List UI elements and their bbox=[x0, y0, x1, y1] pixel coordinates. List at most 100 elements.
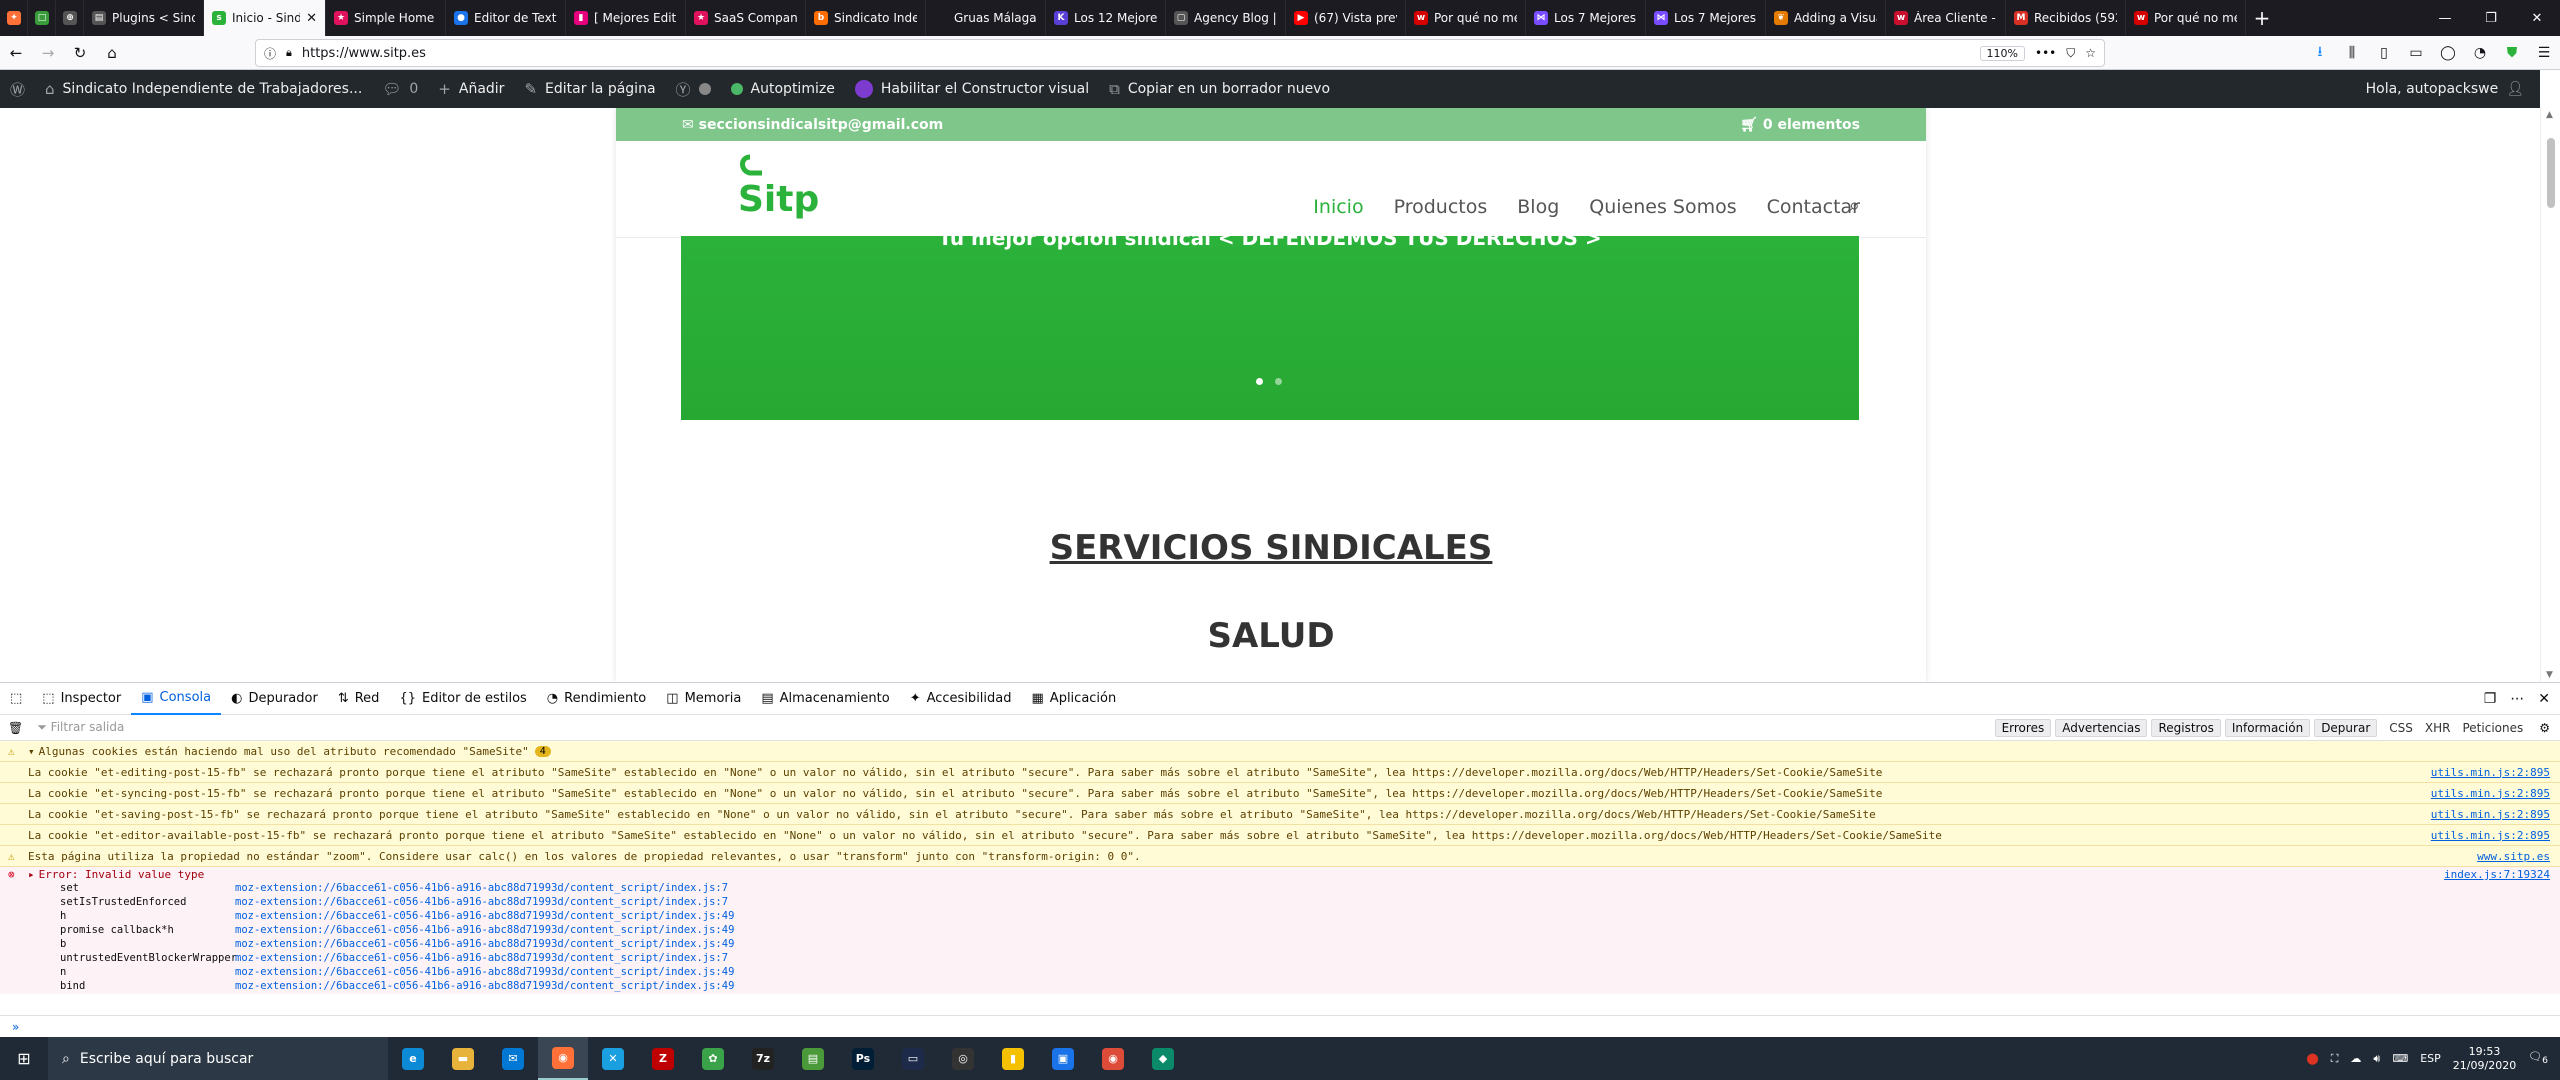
menu-item-blog[interactable]: Blog bbox=[1517, 196, 1559, 218]
lock-icon[interactable]: 🔒︎ bbox=[286, 46, 292, 60]
forward-button[interactable]: → bbox=[32, 39, 64, 67]
new-tab-button[interactable]: + bbox=[2246, 0, 2278, 36]
browser-tab[interactable]: ▮ [ Mejores Edit bbox=[566, 0, 686, 36]
console-warning-row[interactable]: La cookie "et-saving-post-15-fb" se rech… bbox=[0, 804, 2560, 825]
browser-tab[interactable]: w Área Cliente - Y bbox=[1886, 0, 2006, 36]
browser-tab[interactable]: ● Editor de Texto bbox=[446, 0, 566, 36]
search-icon[interactable]: ⌕ bbox=[1849, 193, 1860, 217]
browser-tab[interactable]: ⋈ Los 7 Mejores F bbox=[1526, 0, 1646, 36]
devtools-tab-inspector[interactable]: ⬚ Inspector bbox=[32, 683, 131, 715]
pinned-tab[interactable]: ✦ bbox=[0, 0, 28, 36]
taskbar-app-x-app[interactable]: ✕ bbox=[588, 1037, 638, 1080]
taskbar-app-mail[interactable]: ✉ bbox=[488, 1037, 538, 1080]
console-warning-row[interactable]: La cookie "et-editing-post-15-fb" se rec… bbox=[0, 762, 2560, 783]
site-name-link[interactable]: ⌂ Sindicato Independiente de Trabajadores… bbox=[35, 70, 372, 108]
warning-source-link[interactable]: utils.min.js:2:895 bbox=[2431, 787, 2550, 800]
stack-location-link[interactable]: moz-extension://6bacce61-c056-41b6-a916-… bbox=[235, 952, 728, 966]
taskbar-app-7zip[interactable]: 7z bbox=[738, 1037, 788, 1080]
taskbar-app-explorer[interactable]: ▬ bbox=[438, 1037, 488, 1080]
notification-center-icon[interactable]: 🗨︎6 bbox=[2528, 1050, 2548, 1066]
devtools-tab-accesibilidad[interactable]: ✦ Accesibilidad bbox=[900, 683, 1022, 715]
stack-location-link[interactable]: moz-extension://6bacce61-c056-41b6-a916-… bbox=[235, 966, 734, 980]
wp-logo-button[interactable]: Ⓦ bbox=[0, 70, 35, 108]
tray-keyboard-icon[interactable]: ⌨ bbox=[2392, 1052, 2408, 1065]
filter-css-toggle[interactable]: CSS bbox=[2389, 721, 2413, 735]
taskbar-app-obs[interactable]: ◎ bbox=[938, 1037, 988, 1080]
filter-registros-button[interactable]: Registros bbox=[2151, 718, 2221, 737]
taskbar-app-xampp[interactable]: ✿ bbox=[688, 1037, 738, 1080]
warning-source-link[interactable]: utils.min.js:2:895 bbox=[2431, 808, 2550, 821]
warning-source-link[interactable]: utils.min.js:2:895 bbox=[2431, 829, 2550, 842]
warning-group-header[interactable]: ⚠ ▾ Algunas cookies están haciendo mal u… bbox=[0, 741, 2560, 762]
expand-arrow-icon[interactable]: ▾ bbox=[28, 745, 35, 758]
stack-location-link[interactable]: moz-extension://6bacce61-c056-41b6-a916-… bbox=[235, 896, 728, 910]
downloads-icon[interactable]: ⭳ bbox=[2304, 41, 2336, 65]
filter-advertencias-button[interactable]: Advertencias bbox=[2055, 718, 2148, 737]
autoptimize-link[interactable]: Autoptimize bbox=[721, 70, 845, 108]
tray-apps-icon[interactable]: ⬤ bbox=[2306, 1052, 2318, 1065]
comments-link[interactable]: 💬︎ 0 bbox=[372, 70, 428, 108]
menu-item-contactar[interactable]: Contactar bbox=[1767, 196, 1860, 218]
edit-page-link[interactable]: ✎ Editar la página bbox=[514, 70, 665, 108]
console-warning-row[interactable]: ⚠ Esta página utiliza la propiedad no est… bbox=[0, 846, 2560, 867]
browser-tab[interactable]: s Inicio - Sindi ✕ bbox=[204, 0, 326, 36]
email-link[interactable]: ✉ seccionsindicalsitp@gmail.com bbox=[682, 117, 943, 133]
warning-source-link[interactable]: www.sitp.es bbox=[2477, 850, 2550, 863]
browser-tab[interactable]: K Los 12 Mejores bbox=[1046, 0, 1166, 36]
devtools-tab-consola[interactable]: ▣ Consola bbox=[131, 683, 222, 715]
browser-tab[interactable]: ▤ Plugins < Sind bbox=[84, 0, 204, 36]
copy-draft-link[interactable]: ⧉ Copiar en un borrador nuevo bbox=[1099, 70, 1340, 108]
browser-tab[interactable]: ❦ Adding a Visua bbox=[1766, 0, 1886, 36]
extension-icon[interactable]: ◔ bbox=[2464, 45, 2496, 61]
taskbar-app-photoshop[interactable]: Ps bbox=[838, 1037, 888, 1080]
scroll-down-icon[interactable]: ▼ bbox=[2546, 670, 2553, 680]
filter-peticiones-toggle[interactable]: Peticiones bbox=[2462, 721, 2523, 735]
warning-source-link[interactable]: utils.min.js:2:895 bbox=[2431, 766, 2550, 779]
home-button[interactable]: ⌂ bbox=[96, 39, 128, 67]
trash-icon[interactable]: 🗑︎ bbox=[0, 721, 23, 735]
menu-icon[interactable]: ☰ bbox=[2528, 45, 2560, 61]
error-row[interactable]: ⊗ ▸ Error: Invalid value type index.js:7… bbox=[0, 867, 2560, 882]
maximize-button[interactable]: ❐ bbox=[2468, 0, 2514, 36]
element-picker-icon[interactable]: ⬚ bbox=[0, 683, 32, 715]
taskbar-app-sticky[interactable]: ▮ bbox=[988, 1037, 1038, 1080]
cart-link[interactable]: 🛒︎ 0 elementos bbox=[1740, 117, 1860, 133]
site-info-icon[interactable]: ⓘ bbox=[264, 45, 276, 62]
taskbar-app-edge[interactable]: e bbox=[388, 1037, 438, 1080]
close-tab-icon[interactable]: ✕ bbox=[306, 11, 317, 26]
menu-item-productos[interactable]: Productos bbox=[1394, 196, 1488, 218]
sidebar-icon[interactable]: ▯ bbox=[2368, 45, 2400, 61]
url-text[interactable]: https://www.sitp.es bbox=[302, 46, 1970, 61]
tray-onedrive-icon[interactable]: ☁ bbox=[2350, 1052, 2361, 1065]
language-indicator[interactable]: ESP bbox=[2420, 1052, 2441, 1065]
menu-item-quienes-somos[interactable]: Quienes Somos bbox=[1589, 196, 1736, 218]
browser-tab[interactable]: w Por qué no me bbox=[2126, 0, 2246, 36]
zoom-indicator[interactable]: 110% bbox=[1979, 45, 2025, 61]
close-window-button[interactable]: ✕ bbox=[2514, 0, 2560, 36]
browser-tab[interactable]: ★ Simple Home P bbox=[326, 0, 446, 36]
devtools-tab-editor-de-estilos[interactable]: {} Editor de estilos bbox=[389, 683, 536, 715]
taskbar-app-firefox[interactable]: ◉ bbox=[538, 1037, 588, 1080]
account-icon[interactable]: ◯ bbox=[2432, 45, 2464, 61]
pinned-tab[interactable]: □ bbox=[28, 0, 56, 36]
scrollbar-thumb[interactable] bbox=[2547, 138, 2555, 208]
filter-depurar-button[interactable]: Depurar bbox=[2314, 718, 2378, 737]
taskbar-app-sitp-app[interactable]: ◆ bbox=[1138, 1037, 1188, 1080]
stack-location-link[interactable]: moz-extension://6bacce61-c056-41b6-a916-… bbox=[235, 924, 734, 938]
taskbar-app-remote[interactable]: ▣ bbox=[1038, 1037, 1088, 1080]
browser-tab[interactable]: ▢ Agency Blog | J bbox=[1166, 0, 1286, 36]
browser-tab[interactable]: w Por qué no me bbox=[1406, 0, 1526, 36]
windows-start-button[interactable]: ⊞ bbox=[0, 1049, 48, 1068]
filter-errores-button[interactable]: Errores bbox=[1994, 718, 2052, 737]
taskbar-app-notepad[interactable]: ▤ bbox=[788, 1037, 838, 1080]
browser-tab[interactable]: ⋈ Los 7 Mejores F bbox=[1646, 0, 1766, 36]
add-new-link[interactable]: + Añadir bbox=[428, 70, 514, 108]
browser-tab[interactable]: ★ SaaS Company bbox=[686, 0, 806, 36]
devtools-tab-rendimiento[interactable]: ◔ Rendimiento bbox=[537, 683, 656, 715]
taskbar-app-terminal[interactable]: ▭ bbox=[888, 1037, 938, 1080]
stack-location-link[interactable]: moz-extension://6bacce61-c056-41b6-a916-… bbox=[235, 910, 734, 924]
reader-icon[interactable]: ▭ bbox=[2400, 45, 2432, 61]
page-actions-icon[interactable]: ••• bbox=[2035, 46, 2056, 60]
minimize-button[interactable]: — bbox=[2422, 0, 2468, 36]
stack-location-link[interactable]: moz-extension://6bacce61-c056-41b6-a916-… bbox=[235, 980, 734, 994]
